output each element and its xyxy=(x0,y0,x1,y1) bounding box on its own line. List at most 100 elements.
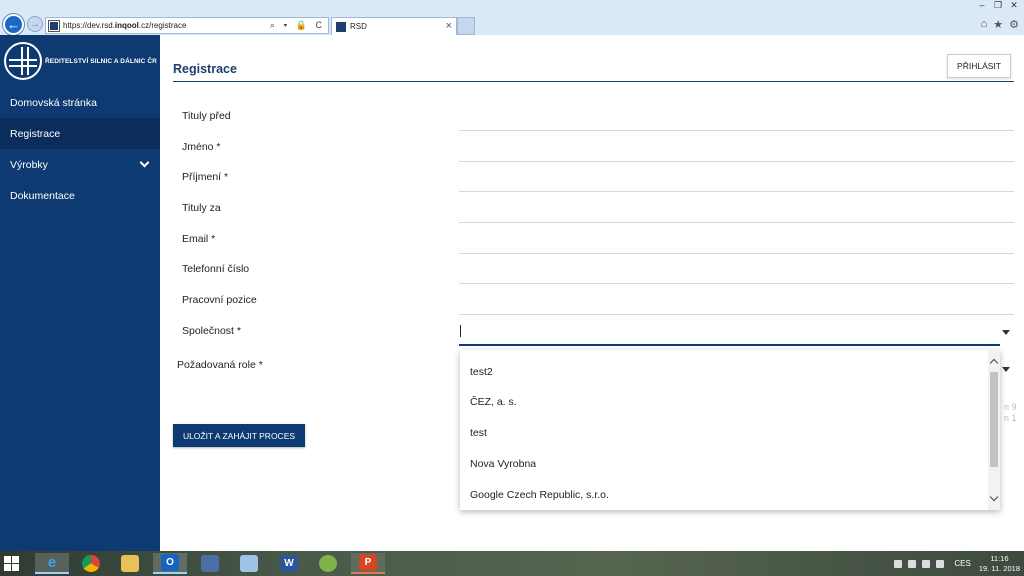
favorites-star-icon[interactable]: ★ xyxy=(993,18,1003,31)
forward-button[interactable]: → xyxy=(27,16,43,32)
tab-favicon-icon xyxy=(336,21,346,32)
last-name-input[interactable] xyxy=(459,191,1014,192)
dropdown-option[interactable]: Google Czech Republic, s.r.o. xyxy=(470,489,609,501)
new-tab-button[interactable] xyxy=(457,17,475,35)
url-host: inqool xyxy=(114,21,139,30)
clock[interactable]: 11:16 19. 11. 2018 xyxy=(979,554,1020,574)
dropdown-option[interactable]: Nova Vyrobna xyxy=(470,458,536,470)
logo[interactable]: ŘEDITELSTVÍ SILNIC A DÁLNIC ČR xyxy=(0,35,160,87)
field-last-name: Příjmení * xyxy=(182,162,1014,192)
titles-after-input[interactable] xyxy=(459,222,1014,223)
scrollbar-thumb[interactable] xyxy=(990,372,998,467)
field-company: Společnost * xyxy=(182,316,1014,346)
monitor-icon xyxy=(201,555,219,572)
taskbar-internet-explorer[interactable]: e xyxy=(35,553,69,574)
dropdown-option[interactable]: test xyxy=(470,427,487,439)
clock-date: 19. 11. 2018 xyxy=(978,563,1020,573)
address-bar[interactable]: https://dev.rsd. inqool .cz/registrace ⌕ ▾… xyxy=(45,17,329,34)
volume-icon[interactable] xyxy=(936,559,945,568)
chevron-down-icon[interactable] xyxy=(989,492,999,502)
phone-input[interactable] xyxy=(459,283,1014,284)
sidebar-item-registration[interactable]: Registrace xyxy=(0,118,160,149)
taskbar-outlook[interactable]: O xyxy=(153,553,187,574)
paint-icon xyxy=(319,555,337,572)
url-suffix: .cz/registrace xyxy=(138,21,187,30)
dropdown-scrollbar[interactable] xyxy=(988,350,1000,510)
job-position-input[interactable] xyxy=(459,314,1014,315)
settings-gear-icon[interactable]: ⚙ xyxy=(1009,18,1019,31)
page-title: Registrace xyxy=(173,62,237,76)
chevron-up-icon[interactable] xyxy=(989,358,999,368)
powerpoint-icon: P xyxy=(359,554,377,571)
flag-icon[interactable] xyxy=(908,559,917,568)
restore-icon[interactable]: ❐ xyxy=(990,0,1006,12)
sidebar-item-home[interactable]: Domovská stránka xyxy=(0,87,160,118)
text-caret xyxy=(460,325,461,337)
url-prefix: https://dev.rsd. xyxy=(63,21,115,30)
sidebar-item-label: Domovská stránka xyxy=(10,96,97,109)
browser-chrome: ← → https://dev.rsd. inqool .cz/registrace… xyxy=(0,0,1024,35)
field-job-position: Pracovní pozice xyxy=(182,285,1014,315)
taskbar-notepad[interactable] xyxy=(232,553,266,574)
field-email: Email * xyxy=(182,224,1014,254)
taskbar-word[interactable]: W xyxy=(272,553,306,574)
obscured-text-line: n 9 xyxy=(1004,402,1017,412)
network-icon[interactable] xyxy=(922,559,931,568)
folder-icon xyxy=(121,555,139,572)
field-label: Email * xyxy=(182,233,216,245)
close-window-icon[interactable]: ✕ xyxy=(1006,0,1022,12)
obscured-text-line: n 1 xyxy=(1004,413,1017,423)
page-header: Registrace PŘIHLÁSIT xyxy=(173,52,1014,82)
taskbar-powerpoint[interactable]: P xyxy=(351,553,385,574)
internet-explorer-icon: e xyxy=(47,554,57,571)
language-indicator[interactable]: CES xyxy=(954,559,970,568)
dropdown-arrow-icon[interactable] xyxy=(1002,330,1010,335)
field-label: Tituly za xyxy=(182,202,221,214)
field-label: Příjmení * xyxy=(182,171,229,183)
field-label: Jméno * xyxy=(182,141,221,153)
address-bar-icons[interactable]: ⌕ ▾ 🔒 C xyxy=(270,20,325,31)
dropdown-arrow-icon[interactable] xyxy=(1002,367,1010,372)
system-tray: CES 11:16 19. 11. 2018 xyxy=(894,551,1020,576)
field-label: Telefonní číslo xyxy=(182,263,250,275)
taskbar-remote-desktop[interactable] xyxy=(193,553,227,574)
field-label: Požadovaná role * xyxy=(177,359,263,371)
browser-tools: ⌂ ★ ⚙ xyxy=(981,18,1019,31)
logo-text: ŘEDITELSTVÍ SILNIC A DÁLNIC ČR xyxy=(45,57,157,65)
titles-before-input[interactable] xyxy=(459,130,1014,131)
chrome-icon xyxy=(82,555,100,572)
taskbar: e O W P CES 11:16 19. 11. 2018 xyxy=(0,551,1024,576)
minimize-icon[interactable]: – xyxy=(974,0,990,12)
sidebar-item-products[interactable]: Výrobky xyxy=(0,149,160,180)
chevron-down-icon xyxy=(139,157,150,168)
field-first-name: Jméno * xyxy=(182,132,1014,162)
tab-title: RSD xyxy=(350,22,367,31)
field-label: Pracovní pozice xyxy=(182,294,257,306)
windows-start-icon[interactable] xyxy=(4,556,20,571)
outlook-icon: O xyxy=(161,554,179,571)
back-button[interactable]: ← xyxy=(3,14,24,35)
word-icon: W xyxy=(280,555,298,572)
home-icon[interactable]: ⌂ xyxy=(981,18,988,31)
taskbar-paint[interactable] xyxy=(311,553,345,574)
field-titles-after: Tituly za xyxy=(182,193,1014,223)
taskbar-chrome[interactable] xyxy=(74,553,108,574)
battery-icon[interactable] xyxy=(894,559,903,568)
notepad-icon xyxy=(240,555,258,572)
field-titles-before: Tituly před xyxy=(182,101,1014,131)
company-select[interactable] xyxy=(459,344,1000,346)
obscured-text: n 9 n 1 xyxy=(1004,402,1017,424)
save-and-start-button[interactable]: ULOŽIT A ZAHÁJIT PROCES xyxy=(173,424,305,447)
sidebar-item-label: Výrobky xyxy=(10,158,48,171)
site-favicon-icon xyxy=(49,20,59,31)
field-label: Tituly před xyxy=(182,110,231,122)
dropdown-option[interactable]: test2 xyxy=(470,366,493,378)
login-button[interactable]: PŘIHLÁSIT xyxy=(947,54,1011,78)
taskbar-file-explorer[interactable] xyxy=(113,553,147,574)
company-dropdown-menu: test2 ČEZ, a. s. test Nova Vyrobna Googl… xyxy=(460,350,1000,510)
sidebar-item-documentation[interactable]: Dokumentace xyxy=(0,180,160,211)
rsd-logo-icon xyxy=(4,42,42,80)
dropdown-option[interactable]: ČEZ, a. s. xyxy=(470,396,517,408)
close-tab-icon[interactable]: × xyxy=(446,20,452,32)
tab-rsd[interactable]: RSD × xyxy=(331,17,457,35)
